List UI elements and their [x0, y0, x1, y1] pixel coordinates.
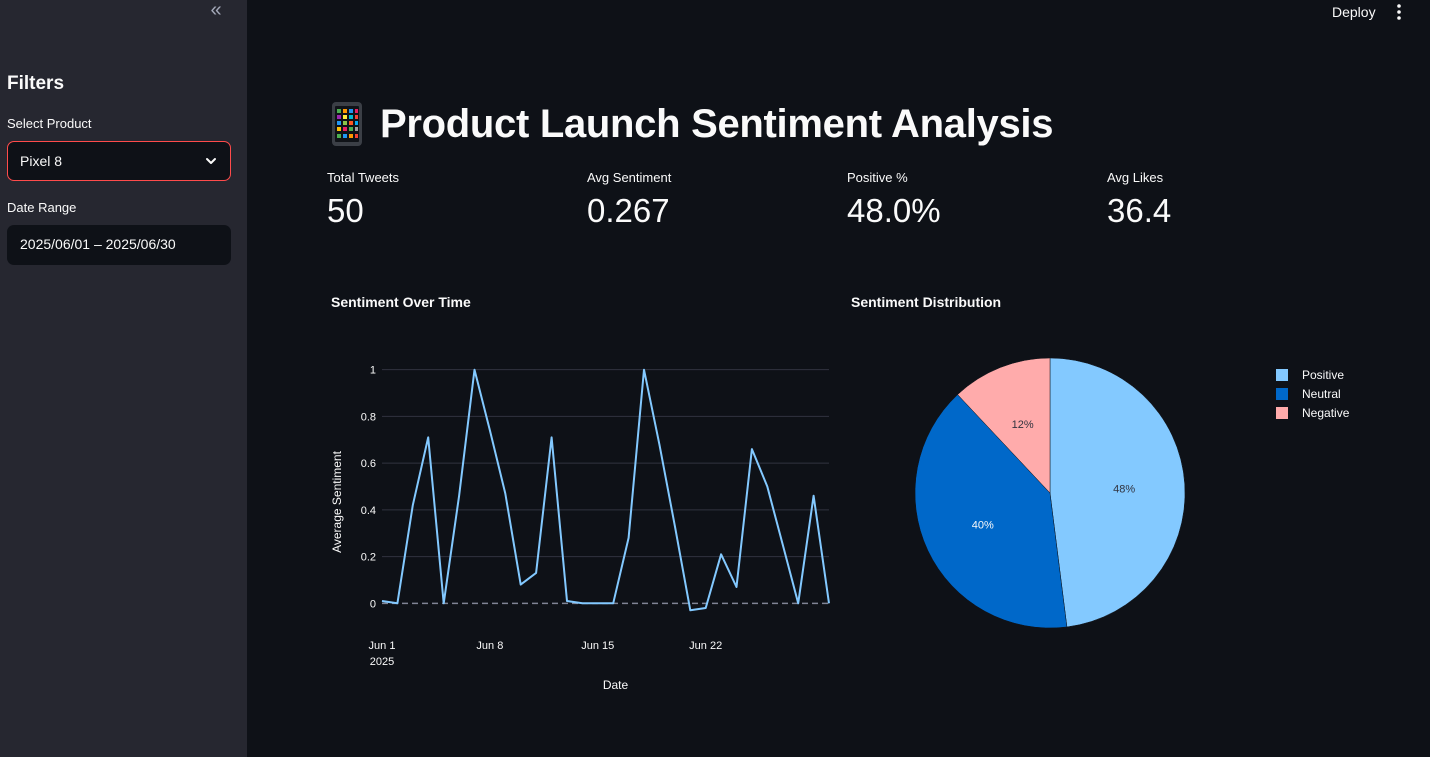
mobile-phone-icon	[332, 102, 362, 146]
page-title-text: Product Launch Sentiment Analysis	[380, 101, 1054, 146]
x-tick-label: Jun 15	[581, 640, 614, 652]
x-tick-label: Jun 22	[689, 640, 722, 652]
metric-value: 0.267	[587, 192, 670, 229]
y-tick-label: 0.2	[361, 552, 376, 564]
pie-slice-label: 12%	[1012, 419, 1034, 431]
sidebar-heading: Filters	[7, 73, 65, 94]
x-tick-label: Jun 8	[476, 640, 503, 652]
pie-chart-title: Sentiment Distribution	[851, 294, 1002, 310]
metric-avg-sentiment: Avg Sentiment 0.267	[587, 170, 671, 230]
metric-label: Total Tweets	[327, 170, 400, 185]
metric-value: 48.0%	[847, 192, 941, 229]
pie-legend: Positive Neutral Negative	[1276, 365, 1349, 422]
y-tick-label: 1	[370, 365, 376, 377]
y-tick-label: 0.8	[361, 411, 376, 423]
metric-value: 50	[327, 192, 364, 229]
legend-item-neutral[interactable]: Neutral	[1276, 384, 1349, 403]
sentiment-series-line	[381, 368, 830, 612]
legend-label: Negative	[1302, 405, 1350, 420]
line-chart-title: Sentiment Over Time	[331, 294, 471, 310]
sentiment-pie-chart[interactable]: 48% 40% 12%	[900, 343, 1200, 643]
legend-item-positive[interactable]: Positive	[1276, 365, 1349, 384]
chevron-down-icon	[206, 158, 216, 164]
legend-swatch-neutral	[1276, 387, 1288, 400]
sentiment-line-chart[interactable]: 0 0.2 0.4 0.6 0.8 1 Jun 1 Jun 8 Jun 15 Jun 22 2025…	[320, 350, 840, 700]
x-axis-title: Date	[603, 678, 629, 692]
metric-positive-percent: Positive % 48.0%	[847, 170, 941, 230]
legend-label: Neutral	[1302, 386, 1341, 401]
x-tick-label: Jun 1	[369, 640, 396, 652]
legend-swatch-positive	[1276, 368, 1288, 381]
sidebar: « Filters Select Product Pixel 8 Date Ra…	[0, 0, 247, 757]
legend-swatch-negative	[1276, 406, 1288, 419]
product-select-value: Pixel 8	[20, 153, 63, 169]
deploy-button[interactable]: Deploy	[1326, 2, 1382, 22]
date-range-input[interactable]: 2025/06/01 – 2025/06/30	[7, 225, 231, 265]
y-axis-title: Average Sentiment	[330, 450, 344, 553]
page-title: Product Launch Sentiment Analysis	[330, 98, 1053, 150]
pie-slice-label: 40%	[972, 520, 994, 532]
pie-slice-label: 48%	[1113, 483, 1135, 495]
metric-value: 36.4	[1107, 192, 1172, 229]
y-tick-label: 0	[370, 598, 376, 610]
metric-label: Avg Likes	[1107, 170, 1164, 185]
product-select[interactable]: Pixel 8	[7, 141, 231, 181]
metric-label: Avg Sentiment	[587, 170, 672, 185]
product-select-label: Select Product	[7, 116, 92, 131]
legend-label: Positive	[1302, 367, 1345, 382]
legend-item-negative[interactable]: Negative	[1276, 403, 1349, 422]
date-range-label: Date Range	[7, 200, 77, 215]
date-range-value: 2025/06/01 – 2025/06/30	[20, 236, 176, 252]
more-options-icon[interactable]	[1390, 2, 1408, 22]
y-tick-label: 0.6	[361, 458, 376, 470]
y-tick-label: 0.4	[361, 505, 376, 517]
collapse-sidebar-icon[interactable]: «	[204, 0, 228, 22]
metric-label: Positive %	[847, 170, 908, 185]
metric-total-tweets: Total Tweets 50	[327, 170, 399, 230]
x-tick-year-label: 2025	[370, 656, 394, 668]
metric-avg-likes: Avg Likes 36.4	[1107, 170, 1171, 230]
